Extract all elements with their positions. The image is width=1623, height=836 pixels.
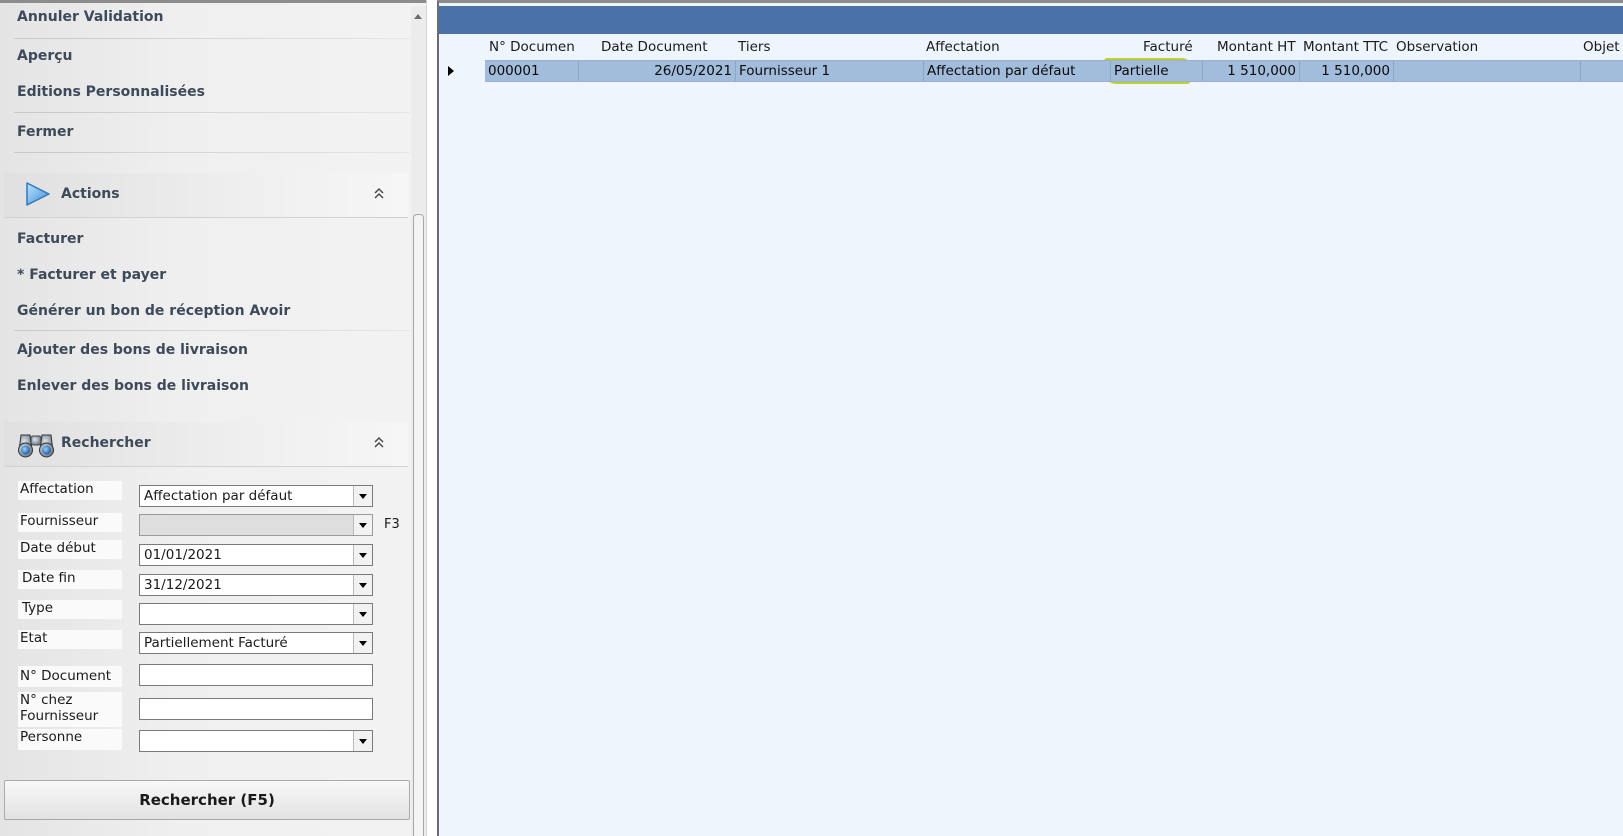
etat-label: Etat [18, 630, 122, 649]
chevron-down-icon[interactable] [353, 545, 372, 565]
link-annuler-validation[interactable]: Annuler Validation [17, 9, 163, 25]
col-header-date-document[interactable]: Date Document [601, 39, 708, 55]
type-select[interactable] [139, 603, 373, 625]
chevron-down-icon[interactable] [353, 604, 372, 624]
table-row[interactable]: 000001 26/05/2021 Fournisseur 1 Affectat… [485, 60, 1623, 82]
type-label: Type [18, 600, 122, 619]
personne-select[interactable] [139, 730, 373, 752]
link-fermer[interactable]: Fermer [17, 124, 73, 140]
date-debut-picker[interactable]: 01/01/2021 [139, 544, 373, 566]
chevron-down-icon[interactable] [353, 515, 372, 535]
n-chez-fournisseur-label: N° chez Fournisseur [18, 692, 122, 727]
cell-montant-ttc: 1 510,000 [1300, 61, 1394, 81]
action-ajouter-bons-livraison[interactable]: Ajouter des bons de livraison [17, 342, 248, 358]
double-chevron-up-icon[interactable] [372, 185, 386, 201]
binoculars-icon [18, 434, 54, 458]
etat-select[interactable]: Partiellement Facturé [139, 632, 373, 654]
double-chevron-up-icon[interactable] [372, 434, 386, 450]
action-generer-bon-reception-avoir[interactable]: Générer un bon de réception Avoir [17, 303, 290, 319]
cell-montant-ht: 1 510,000 [1203, 61, 1300, 81]
col-header-n-document[interactable]: N° Documen [489, 39, 575, 55]
n-chez-fournisseur-label-line2: Fournisseur [20, 708, 99, 724]
play-triangle-icon [26, 182, 50, 206]
cell-tiers: Fournisseur 1 [736, 61, 924, 81]
actions-section-header[interactable]: Actions [4, 173, 408, 218]
separator [14, 330, 410, 331]
affectation-value: Affectation par défaut [144, 488, 293, 504]
side-panel: Annuler Validation Aperçu Editions Perso… [0, 0, 437, 836]
n-chez-fournisseur-input[interactable] [139, 698, 373, 720]
fournisseur-label: Fournisseur [18, 513, 122, 532]
separator [14, 152, 410, 153]
chevron-down-icon[interactable] [353, 633, 372, 653]
action-facturer[interactable]: Facturer [17, 231, 83, 247]
grid-group-panel [439, 6, 1623, 34]
chevron-down-icon[interactable] [353, 731, 372, 751]
date-fin-value: 31/12/2021 [144, 577, 222, 593]
search-section-header[interactable]: Rechercher [4, 422, 408, 467]
search-section-title: Rechercher [61, 435, 151, 451]
n-document-input[interactable] [139, 664, 373, 686]
col-header-affectation[interactable]: Affectation [926, 39, 1000, 55]
col-header-montant-ttc[interactable]: Montant TTC [1303, 39, 1388, 55]
n-document-label: N° Document [18, 666, 122, 687]
cell-objet [1581, 61, 1623, 81]
date-fin-label: Date fin [18, 570, 122, 589]
cell-observation [1394, 61, 1581, 81]
search-button[interactable]: Rechercher (F5) [4, 780, 410, 820]
separator [14, 38, 410, 39]
cell-n-document: 000001 [485, 61, 579, 81]
action-enlever-bons-livraison[interactable]: Enlever des bons de livraison [17, 378, 249, 394]
results-grid: N° Documen Date Document Tiers Affectati… [437, 0, 1623, 836]
action-facturer-et-payer[interactable]: * Facturer et payer [17, 267, 166, 283]
scroll-up-arrow-icon[interactable] [414, 14, 422, 19]
personne-label: Personne [18, 729, 122, 750]
col-header-facture[interactable]: Facturé [1143, 39, 1193, 55]
affectation-select[interactable]: Affectation par défaut [139, 485, 373, 507]
sidebar-scrollbar[interactable] [411, 6, 426, 836]
cell-date-document: 26/05/2021 [579, 61, 736, 81]
grid-column-header: N° Documen Date Document Tiers Affectati… [439, 37, 1623, 59]
fournisseur-f3-hint: F3 [384, 517, 400, 532]
chevron-down-icon[interactable] [353, 486, 372, 506]
col-header-tiers[interactable]: Tiers [738, 39, 770, 55]
current-row-indicator-icon [448, 66, 454, 76]
col-header-observation[interactable]: Observation [1396, 39, 1478, 55]
col-header-objet[interactable]: Objet [1583, 39, 1620, 55]
etat-value: Partiellement Facturé [144, 635, 288, 651]
date-debut-label: Date début [18, 540, 122, 559]
separator [14, 112, 410, 113]
cell-affectation: Affectation par défaut [924, 61, 1111, 81]
scrollbar-thumb[interactable] [413, 214, 424, 836]
date-debut-value: 01/01/2021 [144, 547, 222, 563]
date-fin-picker[interactable]: 31/12/2021 [139, 574, 373, 596]
fournisseur-select[interactable] [139, 514, 373, 536]
link-apercu[interactable]: Aperçu [17, 48, 73, 64]
affectation-label: Affectation [18, 481, 122, 500]
col-header-montant-ht[interactable]: Montant HT [1217, 39, 1296, 55]
actions-section-title: Actions [61, 186, 120, 202]
link-editions-personnalisees[interactable]: Editions Personnalisées [17, 84, 205, 100]
cell-facture: Partielle [1111, 61, 1203, 81]
chevron-down-icon[interactable] [353, 575, 372, 595]
n-chez-fournisseur-label-line1: N° chez [20, 692, 73, 708]
